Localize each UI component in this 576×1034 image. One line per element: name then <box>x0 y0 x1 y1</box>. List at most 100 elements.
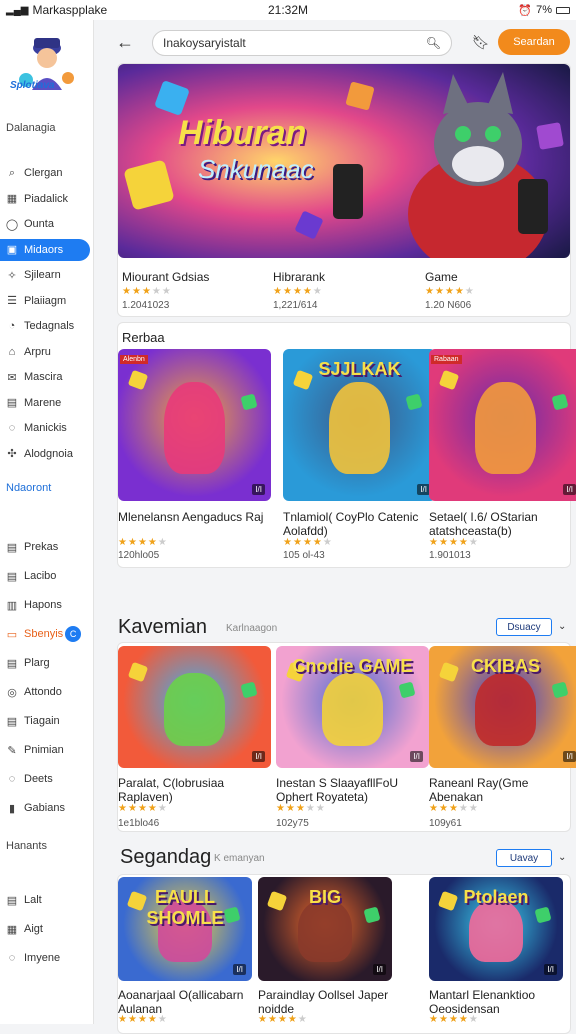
status-app-name: Markaspplake <box>32 3 108 17</box>
section-c-dropdown[interactable]: Uavay <box>496 849 552 867</box>
sidebar-item[interactable]: ✣ Alodgnoia <box>0 443 90 465</box>
search-icon[interactable]: 🔍︎ <box>426 36 441 50</box>
doc-icon: ▤ <box>6 397 18 409</box>
item-title[interactable]: Hibrarank <box>273 270 423 284</box>
game-thumbnail[interactable]: CKIBAS I/I <box>429 646 576 768</box>
character-illustration <box>321 672 384 747</box>
sidebar-item[interactable]: ▭ Sbenyis C <box>0 623 90 645</box>
doc-icon: ▤ <box>6 715 18 728</box>
floating-cube <box>551 393 569 411</box>
item-downloads: 1.2041023 <box>122 300 170 311</box>
platform-badge: I/I <box>544 964 557 975</box>
item-title[interactable]: Aoanarjaal O(allicabarn Aulanan <box>118 988 268 1016</box>
sidebar-item-label: Aigt <box>24 923 43 935</box>
sidebar-item[interactable]: ⌂ Arpru <box>0 341 90 363</box>
sidebar-item[interactable]: ▤ Lacibo <box>0 565 90 587</box>
item-title[interactable]: Tnlamiol( CoyPlo Catenic Aolafdd) <box>283 510 433 538</box>
sidebar-item[interactable]: ☰ Plaiiagm <box>0 290 90 312</box>
item-downloads: 102y75 <box>276 818 309 829</box>
character-illustration <box>298 899 352 963</box>
card-icon: ▣ <box>6 244 18 256</box>
sidebar-item-label: Prekas <box>24 541 59 553</box>
floating-cube <box>438 369 460 391</box>
rating-stars: ★★★★★ <box>276 803 326 814</box>
chevron-down-icon[interactable]: ⌄ <box>558 852 566 863</box>
item-title[interactable]: Mlenelansn Aengaducs Raj <box>118 510 268 524</box>
sidebar-item[interactable]: ⌕ Clergan <box>0 162 90 184</box>
sidebar-item[interactable]: ◎ Attondo <box>0 681 90 703</box>
sidebar-item[interactable]: ◔ Tedagnals <box>0 315 90 337</box>
platform-badge: I/I <box>252 484 265 495</box>
doc-icon: ▤ <box>6 894 18 907</box>
sidebar-item-label: Lacibo <box>24 570 57 582</box>
search-value: Inakoysaryistalt <box>163 36 246 50</box>
item-title[interactable]: Paraindlay Oollsel Japer noidde <box>258 988 408 1016</box>
sidebar-item-label: Ounta <box>24 218 54 230</box>
signal-icon: ▂▄▆ <box>6 4 29 16</box>
game-thumbnail[interactable]: Cnodie GAME I/I <box>276 646 429 768</box>
item-title[interactable]: Game <box>425 270 575 284</box>
sidebar-item[interactable]: ✉ Mascira <box>0 366 90 388</box>
item-title[interactable]: Paralat, C(lobrusiaa Raplaven) <box>118 776 268 804</box>
sidebar-item[interactable]: ◯ Ounta <box>0 213 90 235</box>
rating-stars: ★★★★★ <box>122 286 172 297</box>
item-title[interactable]: Mantarl Elenanktioo Oeosidensan <box>429 988 576 1016</box>
game-thumbnail[interactable]: I/I <box>118 646 271 768</box>
game-thumbnail[interactable]: Alenbn I/I <box>118 349 271 501</box>
floating-cube <box>127 369 149 391</box>
chevron-down-icon[interactable]: ⌄ <box>558 621 566 632</box>
sidebar-item[interactable]: ✎ Pnimian <box>0 739 90 761</box>
sidebar-item[interactable]: ▤ Plarg <box>0 652 90 674</box>
game-thumbnail[interactable]: BIG I/I <box>258 877 392 981</box>
sidebar-item[interactable]: ✧ Sjilearn <box>0 264 90 286</box>
item-title[interactable]: Inestan S SlaayafllFoU Ophert Royateta) <box>276 776 426 804</box>
sidebar-item-label: Deets <box>24 773 53 785</box>
item-title[interactable]: Miourant Gdsias <box>122 270 272 284</box>
section-b-dropdown[interactable]: Dsuacy <box>496 618 552 636</box>
game-thumbnail[interactable]: Ptolaen I/I <box>429 877 563 981</box>
sidebar-item-label: Tiagain <box>24 715 60 727</box>
game-thumbnail[interactable]: EAULL SHOMLE I/I <box>118 877 252 981</box>
sidebar-item[interactable]: ▦ Aigt <box>0 918 90 940</box>
search-input[interactable]: Inakoysaryistalt 🔍︎ <box>152 30 452 56</box>
rating-stars: ★★★★★ <box>283 537 333 548</box>
sidebar-item[interactable]: ▮ Gabians <box>0 797 90 819</box>
globe-icon: ◎ <box>7 686 17 699</box>
sidebar-item[interactable]: ▤ Prekas <box>0 536 90 558</box>
clock-icon: ◔ <box>8 320 16 332</box>
character-illustration <box>328 382 391 474</box>
sidebar-item[interactable]: ◌ Imyene <box>0 947 90 969</box>
sidebar-item[interactable]: ◌ Deets <box>0 768 90 790</box>
sidebar-item[interactable]: ▥ Hapons <box>0 594 90 616</box>
search-icon: ⌕ <box>8 166 16 179</box>
sidebar-item[interactable]: ▤ Tiagain <box>0 710 90 732</box>
sidebar-item[interactable]: ◌ Manickis <box>0 417 90 439</box>
mail-icon: ✉ <box>7 371 17 384</box>
battery-icon <box>556 6 570 14</box>
thumbnail-banner-text: EAULL SHOMLE <box>146 887 224 928</box>
signin-button[interactable]: Seardan <box>498 29 570 55</box>
film-icon: ▥ <box>6 599 18 612</box>
sidebar-item-label: Pnimian <box>24 744 64 756</box>
back-arrow-icon[interactable]: ← <box>116 32 134 53</box>
character-illustration <box>474 672 537 747</box>
app-logo[interactable] <box>12 30 82 110</box>
item-title[interactable]: Raneanl Ray(Gme Abenakan <box>429 776 576 804</box>
sidebar-item[interactable]: ▦ Piadalick <box>0 188 90 210</box>
platform-badge: I/I <box>373 964 386 975</box>
sidebar-item[interactable]: ▤ Lalt <box>0 889 90 911</box>
notification-badge: C <box>65 626 82 642</box>
item-title[interactable]: Setael( I.6/ OStarian atatshceasta(b) <box>429 510 576 538</box>
bookmark-icon[interactable]: 🔖︎ <box>472 34 490 51</box>
floating-cube <box>240 681 258 699</box>
grid-icon: ▦ <box>6 923 18 936</box>
hero-banner[interactable]: Hiburan Snkunaac <box>118 64 570 258</box>
sidebar-item[interactable]: ▣ Midaors <box>0 238 90 261</box>
platform-badge: I/I <box>252 751 265 762</box>
sidebar-item-label: Hapons <box>24 599 62 611</box>
game-thumbnail[interactable]: Rabaan I/I <box>429 349 576 501</box>
sidebar-item[interactable]: ▤ Marene <box>0 392 90 414</box>
chat-icon: ◌ <box>8 773 16 785</box>
list-icon: ☰ <box>7 295 17 307</box>
game-thumbnail[interactable]: SJJLKAK I/I <box>283 349 436 501</box>
